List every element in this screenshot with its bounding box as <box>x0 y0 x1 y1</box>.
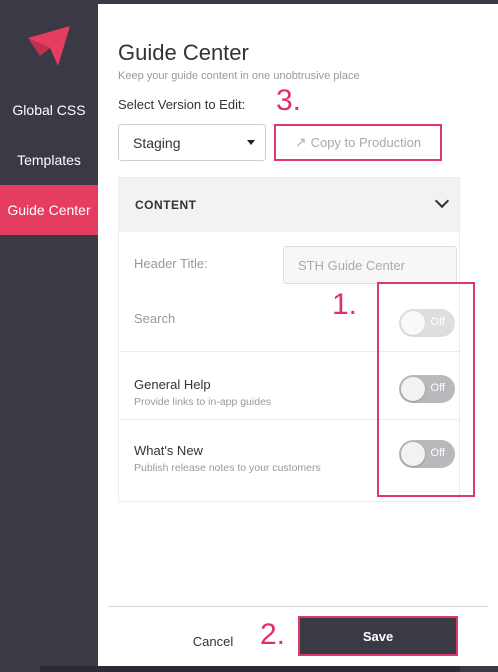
page-subtitle: Keep your guide content in one unobtrusi… <box>118 70 360 82</box>
toggles-highlight-box <box>377 282 475 497</box>
whats-new-desc: Publish release notes to your customers <box>134 462 321 474</box>
annotation-one: 1. <box>332 288 358 321</box>
annotation-two: 2. <box>260 618 286 651</box>
annotation-three: 3. <box>276 84 302 117</box>
bottom-strip <box>40 666 460 672</box>
sidebar-item-guide-center[interactable]: Guide Center <box>0 185 98 235</box>
save-button[interactable]: Save <box>298 616 458 656</box>
sidebar-item-global-css[interactable]: Global CSS <box>0 85 98 135</box>
cancel-button[interactable]: Cancel <box>188 626 238 656</box>
content-section-header[interactable]: CONTENT <box>119 178 459 232</box>
header-title-label: Header Title: <box>134 256 208 271</box>
sidebar: Global CSS Templates Guide Center <box>0 0 98 672</box>
version-select[interactable]: Staging <box>118 124 266 161</box>
sidebar-item-templates[interactable]: Templates <box>0 135 98 185</box>
version-label: Select Version to Edit: <box>118 97 246 112</box>
section-title: CONTENT <box>135 198 197 212</box>
copy-to-production-label: Copy to Production <box>310 135 422 150</box>
header-title-input[interactable]: STH Guide Center <box>283 246 457 284</box>
header-title-value: STH Guide Center <box>298 257 405 273</box>
sidebar-item-label: Templates <box>17 152 81 168</box>
caret-down-icon <box>247 140 255 145</box>
search-label: Search <box>134 311 176 326</box>
chevron-down-icon[interactable] <box>434 193 450 209</box>
page-title: Guide Center <box>118 40 249 65</box>
footer-divider <box>108 606 488 607</box>
copy-to-production-button[interactable]: ↗ Copy to Production <box>274 124 442 161</box>
version-select-value: Staging <box>133 134 181 151</box>
pendo-logo-icon[interactable] <box>28 26 70 66</box>
general-help-title: General Help <box>134 377 211 392</box>
sidebar-item-label: Guide Center <box>7 202 91 218</box>
whats-new-title: What's New <box>134 443 203 458</box>
arrow-up-right-icon: ↗ <box>294 134 307 150</box>
general-help-desc: Provide links to in-app guides <box>134 396 272 408</box>
sidebar-item-label: Global CSS <box>12 102 86 118</box>
